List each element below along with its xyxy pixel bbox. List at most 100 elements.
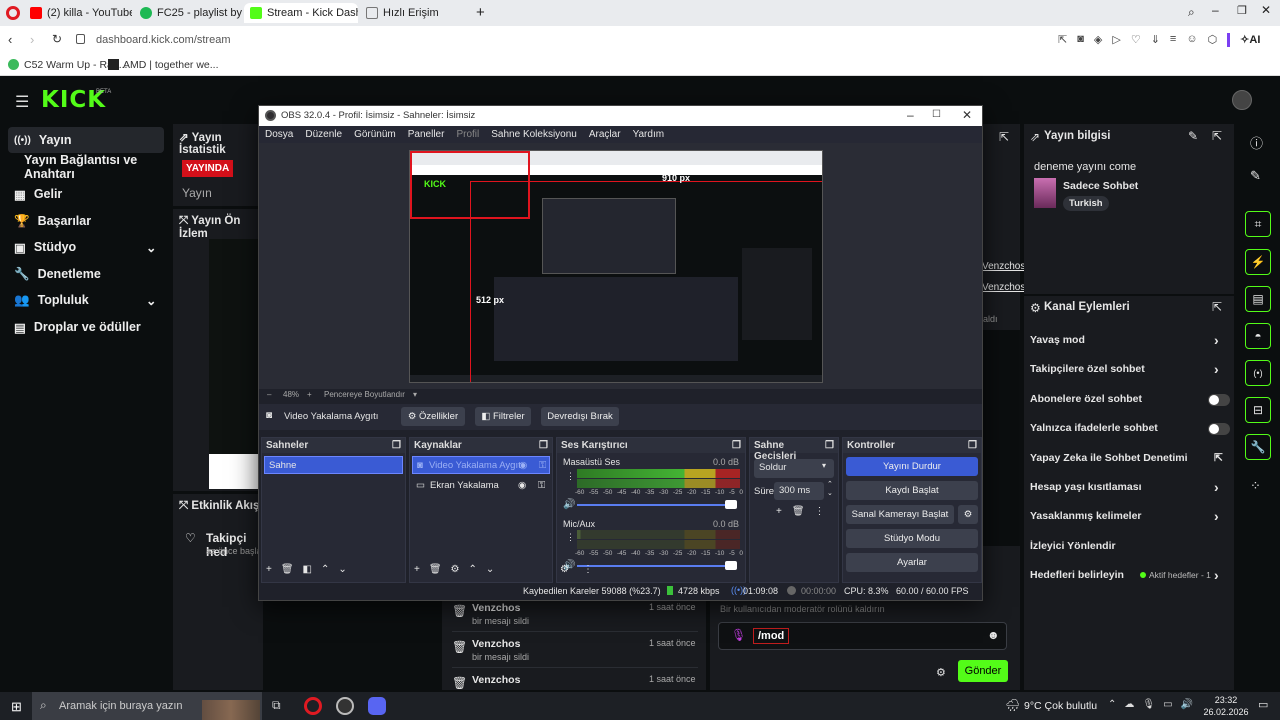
share-icon[interactable]: ⇱ <box>1058 33 1067 47</box>
gear-icon[interactable]: ⚙ <box>451 564 460 575</box>
add-icon[interactable]: + <box>266 564 272 575</box>
studio-mode-button[interactable]: Stüdyo Modu <box>846 529 978 548</box>
obs-preview-canvas[interactable]: KICK 910 px 512 px <box>409 150 823 383</box>
scene-item[interactable]: Sahne <box>264 456 403 474</box>
menu-araclar[interactable]: Araçlar <box>589 129 621 140</box>
channel-action-item[interactable]: İzleyici Yönlendir <box>1030 540 1228 560</box>
chevron-up-icon[interactable]: ⌃ <box>1108 699 1116 710</box>
sidebar-item-gelir[interactable]: ▦ Gelir <box>8 181 164 207</box>
windows-start-icon[interactable]: ⊞ <box>11 699 22 715</box>
advanced-audio-icon[interactable]: ⚙ <box>560 564 569 575</box>
channel-action-item[interactable]: Yasaklanmış kelimeler › <box>1030 508 1228 530</box>
volume-icon[interactable]: 🔊 <box>1181 699 1193 710</box>
source-item-screen-capture[interactable]: ▭ Ekran Yakalama ◉ ⚿ <box>412 477 550 495</box>
add-icon[interactable]: + <box>414 564 420 575</box>
external-link-icon[interactable]: ⇱ <box>1214 452 1223 464</box>
tab-speed-dial[interactable]: Hızlı Erişim <box>360 3 470 23</box>
log-user[interactable]: Venzchos <box>472 674 520 686</box>
sidebar-item-basarilar[interactable]: 🏆 Başarılar <box>8 208 164 234</box>
chat-input[interactable]: 🎙 /mod ☻ <box>718 622 1007 650</box>
network-icon[interactable]: ▭ <box>1163 699 1172 710</box>
profile-icon[interactable]: ☺ <box>1186 33 1197 47</box>
edit-pencil-icon[interactable]: ✎ <box>1188 129 1198 143</box>
menu-gorunum[interactable]: Görünüm <box>354 129 396 140</box>
dock-undock-icon[interactable]: ❐ <box>732 440 741 451</box>
play-icon[interactable]: ▷ <box>1112 33 1120 47</box>
close-window-button[interactable]: ✕ <box>1261 3 1271 17</box>
pencil-icon[interactable]: ✎ <box>1250 168 1261 184</box>
sidebar-item-droplar[interactable]: ▤ Droplar ve ödüller <box>8 314 164 340</box>
filters-button[interactable]: ◧ Filtreler <box>475 407 531 426</box>
search-tabs-icon[interactable]: ⌕ <box>1188 5 1195 20</box>
kebab-menu-icon[interactable]: ⋮ <box>583 564 593 575</box>
document-icon[interactable]: ▤ <box>1245 286 1271 312</box>
clock-time[interactable]: 23:32 <box>1202 695 1250 705</box>
restore-button[interactable]: ❐ <box>1237 4 1247 17</box>
duration-stepper[interactable]: ⌃ ⌄ <box>827 480 833 498</box>
log-user[interactable]: Venzchos <box>472 602 520 614</box>
sidebar-item-topluluk[interactable]: 👥 Topluluk ⌄ <box>8 287 164 313</box>
settings-button[interactable]: Ayarlar <box>846 553 978 572</box>
wrench-icon[interactable]: 🔧 <box>1245 434 1271 460</box>
weather-text[interactable]: 9°C Çok bulutlu <box>1024 700 1097 712</box>
move-up-icon[interactable]: ⌃ <box>321 564 329 575</box>
chevron-down-icon[interactable]: ▾ <box>413 390 417 399</box>
start-recording-button[interactable]: Kaydı Başlat <box>846 481 978 500</box>
sidebar-item-yayin[interactable]: ((•)) Yayın <box>8 127 164 153</box>
download-icon[interactable]: ⇓ <box>1151 33 1160 47</box>
notification-icon[interactable]: ▭ <box>1258 698 1268 711</box>
trash-icon[interactable]: 🗑 <box>281 564 294 575</box>
lock-icon[interactable]: ⚿ <box>538 480 545 491</box>
kebab-menu-icon[interactable]: ⋮ <box>566 532 575 543</box>
clip-icon[interactable]: ⌗ <box>1245 211 1271 237</box>
sidebar-item-studyo[interactable]: ▣ Stüdyo ⌄ <box>8 234 164 260</box>
channel-action-item[interactable]: Hedefleri belirleyin Aktif hedefler - 1 › <box>1030 567 1228 589</box>
broadcast-icon[interactable]: (•) <box>1245 360 1271 386</box>
back-icon[interactable]: ‹ <box>8 32 12 47</box>
discord-taskbar-icon[interactable] <box>368 697 386 715</box>
move-down-icon[interactable]: ⌄ <box>486 564 494 575</box>
source-item-video-capture[interactable]: ◙ Video Yakalama Aygıtı ◉ ⚿ <box>412 456 550 474</box>
microphone-icon[interactable]: 🎙 <box>1142 699 1155 710</box>
sidebar-item-denetleme[interactable]: 🔧 Denetleme <box>8 261 164 287</box>
bookmark-amd[interactable]: AMD | together we... <box>123 59 219 71</box>
menu-duzenle[interactable]: Düzenle <box>305 129 342 140</box>
ai-button[interactable]: ✧AI <box>1240 33 1260 47</box>
transition-select[interactable]: Soldur ▾ <box>754 459 834 478</box>
opera-logo-icon[interactable] <box>6 6 20 20</box>
reload-icon[interactable]: ↻ <box>52 32 62 46</box>
dock-undock-icon[interactable]: ❐ <box>539 440 548 451</box>
channel-action-item[interactable]: Yapay Zeka ile Sohbet Denetimi ⇱ <box>1030 452 1228 472</box>
popout-icon[interactable]: ⇱ <box>1212 129 1222 143</box>
shield-icon[interactable]: ◈ <box>1094 33 1102 47</box>
speaker-icon[interactable]: 🔊 <box>563 499 575 510</box>
popout-icon[interactable]: ⇱ <box>1212 300 1222 314</box>
send-button[interactable]: Gönder <box>958 660 1008 682</box>
settings-gear-icon[interactable]: ⚙ <box>936 666 946 679</box>
kebab-menu-icon[interactable]: ⋮ <box>566 471 575 482</box>
task-view-icon[interactable]: ⧉ <box>272 698 281 713</box>
menu-sahne-koleksiyonu[interactable]: Sahne Koleksiyonu <box>491 129 577 140</box>
chat-username[interactable]: Venzchos <box>982 282 1025 293</box>
popout-icon[interactable]: ⇱ <box>999 130 1009 144</box>
opera-taskbar-icon[interactable] <box>304 697 322 715</box>
volume-slider[interactable] <box>577 565 735 567</box>
info-icon[interactable]: ⓘ <box>1250 133 1263 152</box>
duration-input[interactable]: 300 ms <box>774 482 824 500</box>
volume-slider-handle[interactable] <box>725 561 737 570</box>
obs-preview-area[interactable]: KICK 910 px 512 px – 48% + Pencereye Boy… <box>259 143 982 399</box>
lock-icon[interactable] <box>76 34 85 44</box>
add-icon[interactable]: + <box>776 506 782 517</box>
heart-icon[interactable]: ♡ <box>1131 33 1141 47</box>
zoom-out-button[interactable]: – <box>267 390 271 399</box>
minimize-button[interactable]: – <box>1212 3 1219 17</box>
preview-video[interactable] <box>209 239 263 489</box>
taskbar-search[interactable]: ⌕ Aramak için buraya yazın <box>32 692 262 720</box>
clock-date[interactable]: 26.02.2026 <box>1202 707 1250 717</box>
dock-undock-icon[interactable]: ❐ <box>392 440 401 451</box>
hamburger-menu-icon[interactable]: ☰ <box>15 92 29 112</box>
fit-to-window-button[interactable]: Pencereye Boyutlandır <box>324 390 405 399</box>
close-button[interactable]: ✕ <box>962 108 972 122</box>
new-tab-button[interactable]: + <box>476 4 485 21</box>
forward-icon[interactable]: › <box>30 32 34 47</box>
